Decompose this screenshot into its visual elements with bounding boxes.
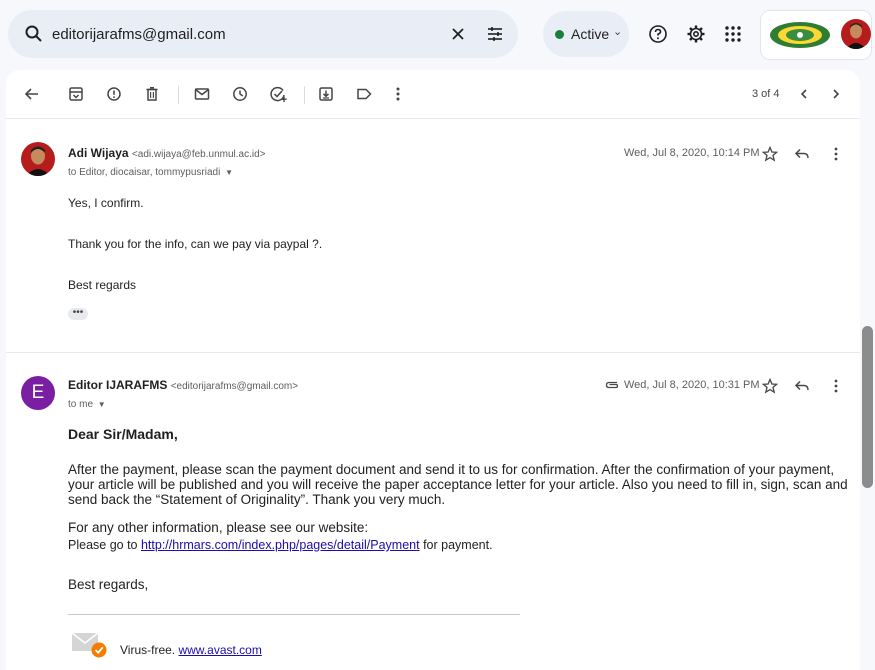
sender-line: Adi Wijaya <adi.wijaya@feb.unmul.ac.id> (68, 146, 265, 160)
account-avatar[interactable] (841, 19, 871, 49)
scrollbar-thumb[interactable] (862, 326, 873, 488)
search-options-icon[interactable] (483, 22, 507, 46)
search-input[interactable] (52, 22, 432, 46)
star-icon[interactable] (760, 144, 780, 164)
message-paragraph: After the payment, please scan the payme… (68, 462, 848, 507)
recipients-line[interactable]: to me ▼ (68, 399, 106, 410)
message-body-line: Yes, I confirm. (68, 196, 144, 210)
message-more-icon[interactable] (826, 376, 846, 396)
recipients-line[interactable]: to Editor, diocaisar, tommypusriadi ▼ (68, 167, 233, 178)
message-info-line: For any other information, please see ou… (68, 520, 369, 535)
attachment-icon (602, 375, 622, 395)
sender-email: <adi.wijaya@feb.unmul.ac.id> (131, 149, 266, 160)
avast-link[interactable]: www.avast.com (178, 643, 261, 657)
organization-logo (769, 21, 831, 49)
payment-line-prefix: Please go to (68, 538, 141, 552)
sender-email: <editorijarafms@gmail.com> (170, 381, 299, 392)
star-icon[interactable] (760, 376, 780, 396)
message-body-line: Best regards (68, 278, 137, 292)
chevron-down-icon: ⌄ (613, 26, 623, 38)
sender-line: Editor IJARAFMS <editorijarafms@gmail.co… (68, 378, 298, 392)
email-message: E Editor IJARAFMS <editorijarafms@gmail.… (6, 352, 860, 670)
recipients-text: to me (68, 399, 94, 410)
message-closing: Best regards, (68, 577, 149, 592)
active-status-dot (555, 30, 564, 39)
search-bar[interactable] (8, 10, 518, 58)
payment-line-suffix: for payment. (419, 538, 493, 552)
payment-link[interactable]: http://hrmars.com/index.php/pages/detail… (141, 538, 420, 552)
status-label: Active (571, 26, 610, 42)
settings-gear-icon[interactable] (684, 22, 708, 46)
status-selector[interactable]: Active ⌄ (543, 11, 629, 57)
chevron-down-icon[interactable]: ▼ (98, 400, 106, 409)
account-switcher[interactable] (760, 10, 872, 60)
message-greeting: Dear Sir/Madam, (68, 426, 178, 442)
recipients-text: to Editor, diocaisar, tommypusriadi (68, 167, 221, 178)
top-bar: Active ⌄ (0, 0, 875, 70)
email-message: Adi Wijaya <adi.wijaya@feb.unmul.ac.id> … (6, 70, 860, 352)
clear-search-icon[interactable] (446, 22, 470, 46)
message-more-icon[interactable] (826, 144, 846, 164)
message-pane: 3 of 4 Adi Wijaya <adi.wijaya@feb.unmul.… (6, 70, 860, 670)
help-icon[interactable] (646, 22, 670, 46)
sender-name[interactable]: Adi Wijaya (68, 146, 129, 160)
apps-grid-icon[interactable] (721, 22, 745, 46)
show-trimmed-content-icon[interactable]: ••• (68, 308, 88, 320)
signature-divider (68, 614, 520, 615)
reply-icon[interactable] (792, 144, 812, 164)
message-payment-line: Please go to http://hrmars.com/index.php… (68, 538, 854, 553)
signature-line: Virus-free. www.avast.com (120, 643, 262, 657)
sender-avatar[interactable] (21, 142, 55, 176)
signature-prefix: Virus-free. (120, 643, 179, 657)
sender-avatar[interactable]: E (21, 376, 55, 410)
sender-name[interactable]: Editor IJARAFMS (68, 378, 167, 392)
message-body-line: Thank you for the info, can we pay via p… (68, 237, 323, 251)
message-date: Wed, Jul 8, 2020, 10:31 PM (624, 379, 760, 391)
search-icon[interactable] (22, 22, 46, 46)
avatar-letter: E (31, 382, 45, 403)
reply-icon[interactable] (792, 376, 812, 396)
avast-mail-icon (71, 631, 108, 659)
message-date: Wed, Jul 8, 2020, 10:14 PM (624, 147, 760, 159)
chevron-down-icon[interactable]: ▼ (225, 168, 233, 177)
